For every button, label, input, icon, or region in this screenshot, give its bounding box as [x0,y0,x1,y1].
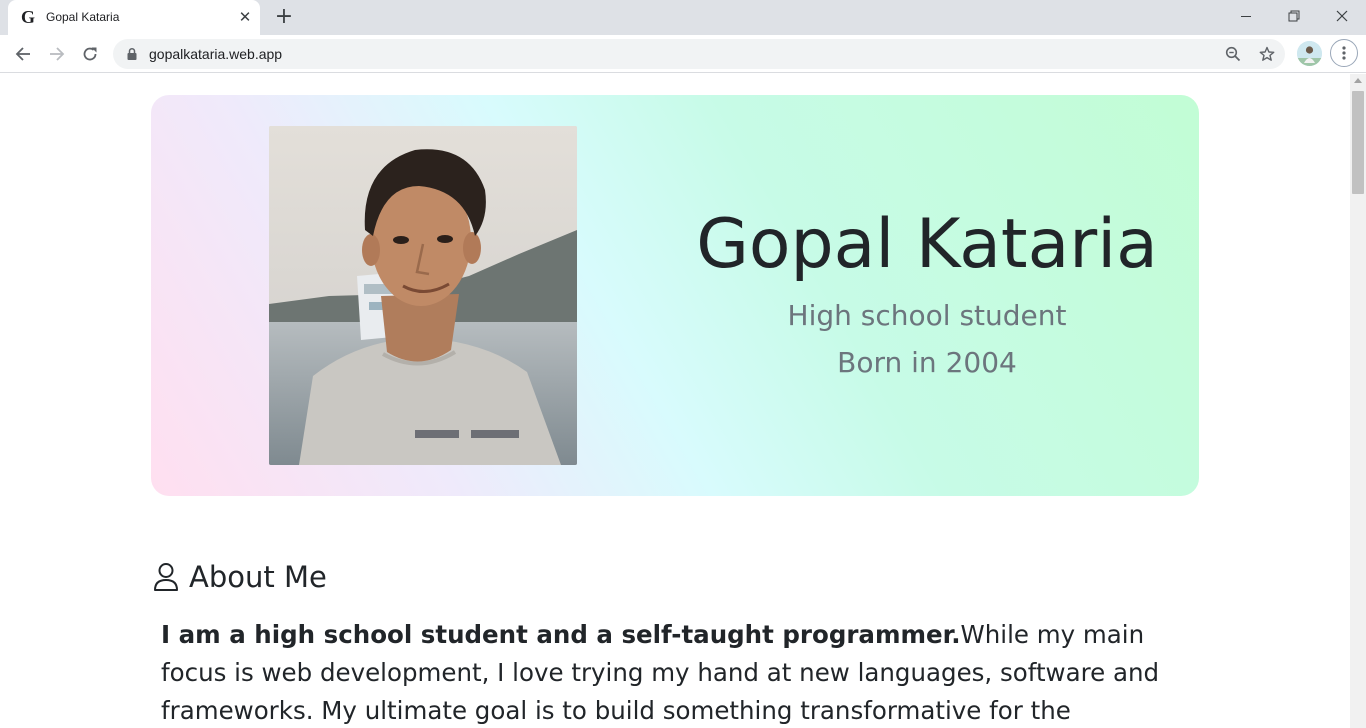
portrait-image [269,126,577,465]
avatar-image [1297,41,1322,66]
star-icon [1259,46,1275,61]
zoom-icon [1225,46,1241,62]
minimize-icon [1241,16,1251,17]
profile-photo [269,126,577,465]
reload-icon [83,47,97,61]
forward-arrow-icon [50,47,65,61]
scroll-thumb[interactable] [1352,91,1364,194]
tab-strip: G Gopal Kataria ✕ + [0,0,1366,35]
person-icon [154,563,178,591]
bookmark-button[interactable] [1257,44,1277,64]
new-tab-button[interactable]: + [272,6,296,30]
favicon-icon: G [21,7,36,27]
hero-name: Gopal Kataria [696,205,1158,284]
hero-subtitle: High school student [787,299,1067,332]
tab-close-icon[interactable]: ✕ [236,8,254,26]
close-window-button[interactable] [1318,0,1366,32]
address-bar[interactable]: gopalkataria.web.app [113,39,1285,69]
lock-icon [127,47,137,60]
profile-avatar[interactable] [1297,41,1322,66]
browser-toolbar: gopalkataria.web.app [0,35,1366,73]
scroll-up-arrow-icon[interactable] [1354,78,1362,83]
close-icon [1336,10,1348,22]
kebab-menu-icon [1342,46,1346,60]
minimize-button[interactable] [1222,0,1270,32]
reload-button[interactable] [76,40,104,68]
tab-title: Gopal Kataria [46,10,120,24]
hero-card: Gopal Kataria High school student Born i… [151,95,1199,496]
page-viewport: Gopal Kataria High school student Born i… [0,74,1350,728]
browser-menu-button[interactable] [1330,39,1358,67]
browser-tab[interactable]: G Gopal Kataria ✕ [8,0,260,35]
back-arrow-icon [15,47,30,61]
restore-button[interactable] [1270,0,1318,32]
about-lead: I am a high school student and a self-ta… [161,620,961,649]
restore-icon [1288,10,1300,22]
hero-born: Born in 2004 [837,346,1017,379]
about-title: About Me [189,560,327,594]
back-button[interactable] [9,40,37,68]
about-paragraph: I am a high school student and a self-ta… [161,616,1191,728]
about-heading: About Me [153,560,327,594]
url-text[interactable]: gopalkataria.web.app [149,46,282,62]
zoom-button[interactable] [1223,44,1243,64]
vertical-scrollbar[interactable] [1350,74,1366,728]
forward-button[interactable] [43,40,71,68]
